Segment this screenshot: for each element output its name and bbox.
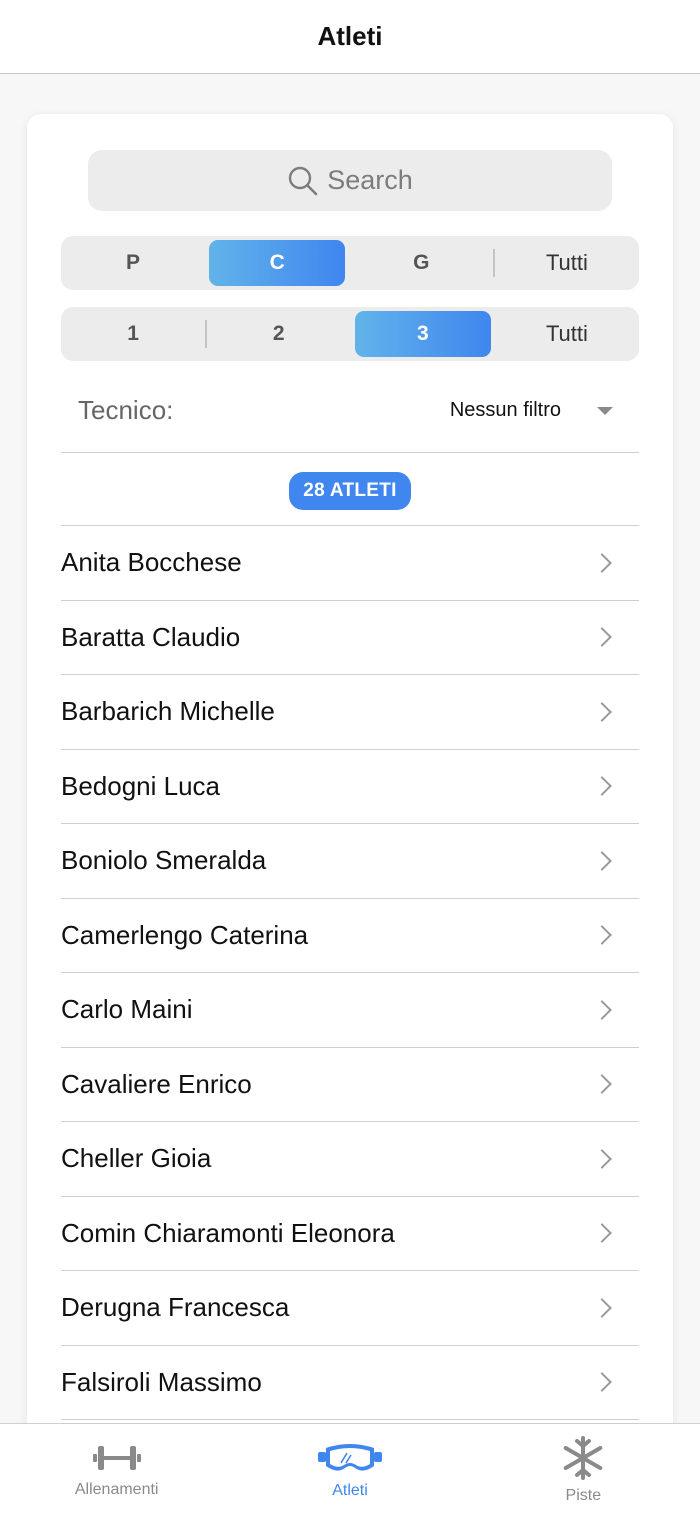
snowflake-icon [564,1435,603,1480]
list-item[interactable]: Comin Chiaramonti Eleonora [61,1197,639,1271]
chevron-right-icon [592,776,612,797]
level-option-tutti[interactable]: Tutti [499,311,635,357]
list-item[interactable]: Anita Bocchese [61,526,639,601]
chevron-right-icon [592,1148,612,1169]
tecnico-label: Tecnico: [78,395,174,425]
category-option-tutti[interactable]: Tutti [499,240,635,286]
segment-divider [205,320,207,348]
athlete-name: Comin Chiaramonti Eleonora [61,1217,395,1248]
tab-allenamenti[interactable]: Allenamenti [0,1424,233,1515]
list-item[interactable]: Baratta Claudio [61,601,639,675]
bottom-tab-bar: Allenamenti Atleti Piste [0,1423,700,1515]
tab-label: Piste [565,1486,602,1504]
athlete-name: Boniolo Smeralda [61,845,267,876]
athlete-name: Falsiroli Massimo [61,1366,262,1397]
chevron-right-icon [592,1223,612,1244]
athlete-name: Bedogni Luca [61,770,221,801]
tab-piste[interactable]: Piste [467,1424,700,1515]
page-title: Atleti [317,21,383,51]
chevron-right-icon [592,999,612,1020]
list-item[interactable]: Boniolo Smeralda [61,824,639,899]
list-item[interactable]: Falsiroli Massimo [61,1346,639,1420]
athlete-name: Carlo Maini [61,994,193,1025]
level-option-2[interactable]: 2 [211,311,347,357]
list-item[interactable]: Cheller Gioia [61,1122,639,1197]
chevron-right-icon [592,552,612,573]
athlete-name: Anita Bocchese [61,547,242,578]
chevron-right-icon [592,701,612,722]
tecnico-filter-row: Tecnico: Nessun filtro [61,369,639,453]
athlete-count-badge: 28 ATLETI [289,472,411,510]
list-item[interactable]: Bedogni Luca [61,750,639,824]
chevron-right-icon [592,1297,612,1318]
chevron-right-icon [592,1372,612,1393]
tab-label: Allenamenti [74,1480,159,1498]
chevron-right-icon [592,925,612,946]
chevron-right-icon [592,1074,612,1095]
search-field[interactable]: Search [88,150,612,211]
tecnico-select[interactable]: Nessun filtro [450,399,613,422]
search-placeholder: Search [327,165,413,195]
search-icon [289,166,318,195]
athletes-card: Search P C G Tutti 1 2 3 Tutti Tecnico: … [27,114,673,1444]
tab-atleti[interactable]: Atleti [233,1424,466,1515]
athlete-list: Anita Bocchese Baratta Claudio Barbarich… [61,525,639,1420]
level-option-1[interactable]: 1 [65,311,201,357]
athlete-name: Cavaliere Enrico [61,1068,252,1099]
dumbbell-icon [92,1445,141,1470]
athlete-name: Cheller Gioia [61,1143,212,1174]
athlete-name: Derugna Francesca [61,1292,290,1323]
tab-label: Atleti [332,1481,368,1499]
list-item[interactable]: Barbarich Michelle [61,675,639,750]
chevron-right-icon [592,627,612,648]
category-segmented-control: P C G Tutti [61,236,639,290]
list-item[interactable]: Camerlengo Caterina [61,899,639,973]
athlete-name: Camerlengo Caterina [61,919,309,950]
chevron-right-icon [592,850,612,871]
ski-goggles-icon [317,1443,382,1471]
caret-down-icon [597,406,613,415]
athlete-name: Baratta Claudio [61,621,241,652]
list-item[interactable]: Carlo Maini [61,973,639,1048]
athlete-name: Barbarich Michelle [61,696,275,727]
level-segmented-control: 1 2 3 Tutti [61,307,639,361]
tecnico-selected-value: Nessun filtro [449,399,561,421]
list-item[interactable]: Cavaliere Enrico [61,1048,639,1122]
level-option-3[interactable]: 3 [354,311,491,357]
category-option-p[interactable]: P [65,240,201,286]
category-option-c[interactable]: C [209,240,346,286]
header-bar: Atleti [0,0,700,74]
list-item[interactable]: Derugna Francesca [61,1271,639,1346]
segment-divider [493,249,495,277]
category-option-g[interactable]: G [353,240,489,286]
